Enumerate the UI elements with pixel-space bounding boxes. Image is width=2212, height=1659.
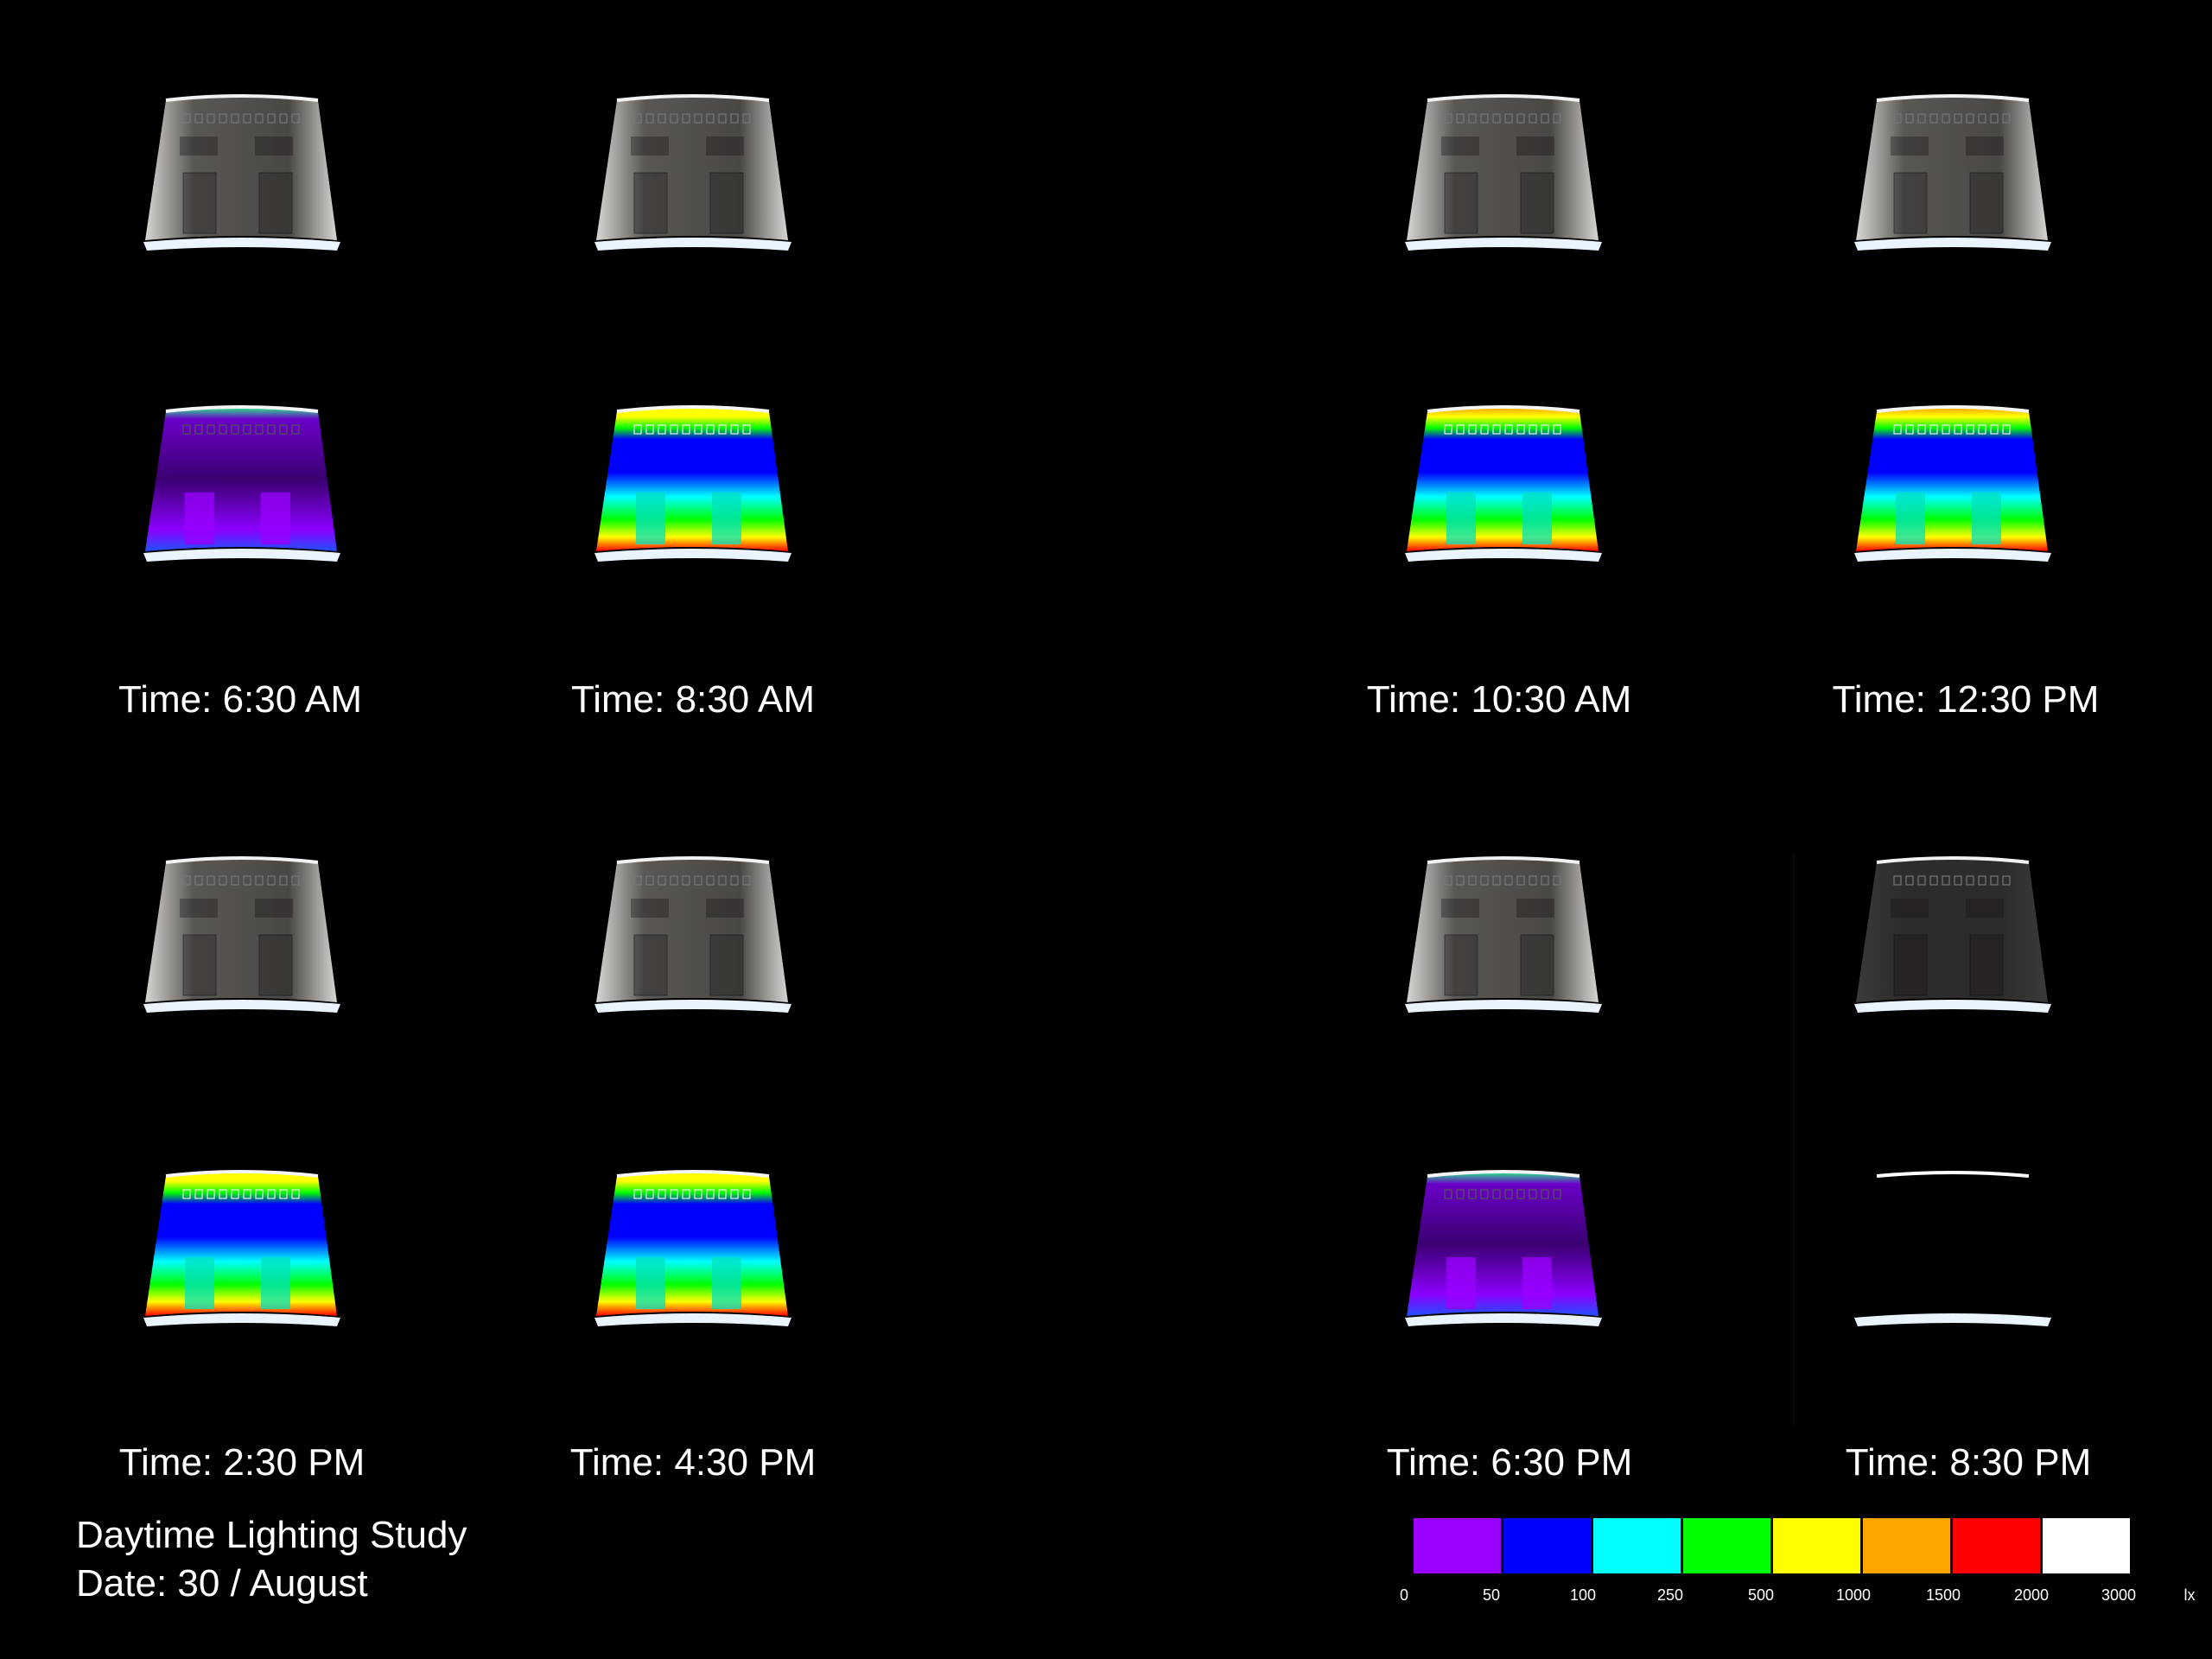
illuminance-map <box>1407 1173 1599 1316</box>
column-divider <box>1793 851 1795 1426</box>
legend-tick-label: 3000 <box>2101 1586 2137 1604</box>
room-shell <box>1407 859 1599 1002</box>
falsecolor-230pm <box>130 1162 354 1413</box>
falsecolor-630am <box>130 397 354 648</box>
render-830am <box>581 86 805 337</box>
render-1230pm <box>1840 86 2065 337</box>
time-label-630pm: Time: 6:30 PM <box>1386 1441 1633 1484</box>
floor-edge <box>143 238 340 251</box>
legend-swatch <box>1683 1518 1770 1573</box>
legend-tick-label: lx <box>2183 1586 2196 1604</box>
illuminance-map <box>596 1173 788 1316</box>
render-1030am <box>1391 86 1616 337</box>
legend-tick-label: 1500 <box>1925 1586 1961 1604</box>
room-shell <box>596 97 788 240</box>
legend-swatch <box>2043 1518 2130 1573</box>
falsecolor-1230pm <box>1840 397 2065 648</box>
room-shell <box>1856 97 2048 240</box>
falsecolor-430pm <box>581 1162 805 1413</box>
illuminance-map <box>145 1173 337 1316</box>
floor-edge <box>143 1000 340 1013</box>
legend-tick-label: 100 <box>1569 1586 1597 1604</box>
study-date: Date: 30 / August <box>76 1562 368 1605</box>
floor-edge <box>1405 1000 1602 1013</box>
room-shell <box>145 859 337 1002</box>
room-shell <box>1856 859 2048 1002</box>
render-630pm <box>1391 849 1616 1099</box>
floor-edge <box>1854 1000 2051 1013</box>
time-label-430pm: Time: 4:30 PM <box>569 1441 817 1484</box>
time-label-230pm: Time: 2:30 PM <box>118 1441 365 1484</box>
legend-swatch <box>1953 1518 2040 1573</box>
time-label-630am: Time: 6:30 AM <box>118 678 363 721</box>
legend-tick-label: 0 <box>1399 1586 1408 1604</box>
render-430pm <box>581 849 805 1099</box>
falsecolor-630pm <box>1391 1162 1616 1413</box>
legend-swatch <box>1414 1518 1501 1573</box>
time-label-830pm: Time: 8:30 PM <box>1845 1441 2092 1484</box>
time-label-1230pm: Time: 12:30 PM <box>1832 678 2100 721</box>
illuminance-map <box>596 408 788 551</box>
time-label-830am: Time: 8:30 AM <box>570 678 816 721</box>
legend-tick-label: 50 <box>1482 1586 1501 1604</box>
falsecolor-830pm <box>1840 1162 2065 1413</box>
illuminance-map <box>145 408 337 551</box>
room-shell <box>1407 97 1599 240</box>
floor-edge <box>1854 238 2051 251</box>
legend-tick-label: 1000 <box>1835 1586 1872 1604</box>
room-shell <box>145 97 337 240</box>
render-630am <box>130 86 354 337</box>
legend-swatch <box>1863 1518 1950 1573</box>
legend-swatch <box>1593 1518 1681 1573</box>
legend-swatch <box>1773 1518 1860 1573</box>
time-label-1030am: Time: 10:30 AM <box>1366 678 1632 721</box>
legend-tick-label: 250 <box>1656 1586 1684 1604</box>
render-830pm <box>1840 849 2065 1099</box>
study-title: Daytime Lighting Study <box>76 1514 467 1556</box>
illuminance-map <box>1856 408 2048 551</box>
legend-tick-label: 500 <box>1747 1586 1775 1604</box>
floor-edge <box>594 1000 791 1013</box>
legend-tick-label: 2000 <box>2013 1586 2050 1604</box>
legend-swatch <box>1503 1518 1591 1573</box>
illuminance-map <box>1407 408 1599 551</box>
render-230pm <box>130 849 354 1099</box>
floor-edge <box>1405 238 1602 251</box>
room-shell <box>596 859 788 1002</box>
falsecolor-1030am <box>1391 397 1616 648</box>
floor-edge <box>594 238 791 251</box>
falsecolor-830am <box>581 397 805 648</box>
